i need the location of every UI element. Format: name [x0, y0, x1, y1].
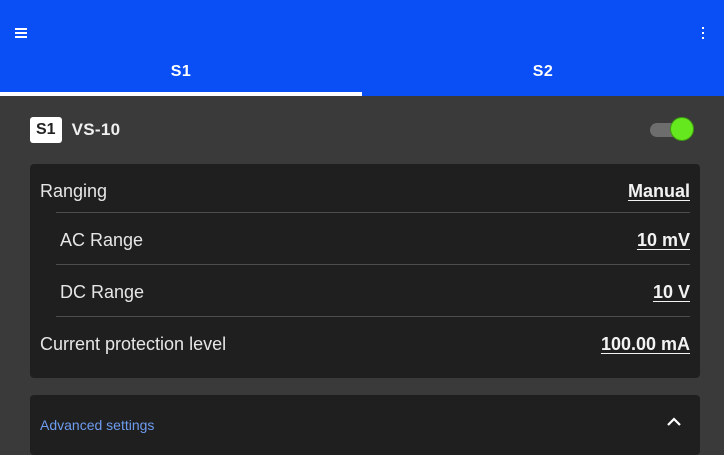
- tab-s2[interactable]: S2: [362, 54, 724, 96]
- dc-range-row: DC Range 10 V: [60, 267, 690, 317]
- enable-toggle[interactable]: [650, 117, 694, 143]
- more-vert-icon: [702, 27, 704, 39]
- divider: [56, 264, 690, 265]
- app-bar: S1 S2: [0, 0, 724, 96]
- tab-s1[interactable]: S1: [0, 54, 362, 96]
- current-protection-label: Current protection level: [40, 333, 227, 354]
- ac-range-row: AC Range 10 mV: [60, 215, 690, 265]
- chevron-up-icon[interactable]: [666, 417, 682, 427]
- settings-card: Ranging Manual AC Range 10 mV DC Range 1…: [30, 164, 700, 378]
- divider: [56, 212, 690, 213]
- advanced-settings-header[interactable]: Advanced settings: [30, 395, 700, 455]
- current-protection-value[interactable]: 100.00 mA: [601, 334, 690, 355]
- ac-range-label: AC Range: [60, 229, 144, 250]
- hamburger-menu-icon: [15, 28, 27, 38]
- dc-range-label: DC Range: [60, 281, 145, 302]
- more-options-button[interactable]: [690, 20, 716, 46]
- ranging-value[interactable]: Manual: [628, 181, 690, 202]
- tab-bar: S1 S2: [0, 54, 724, 96]
- ranging-label: Ranging: [40, 180, 108, 201]
- ranging-row: Ranging Manual: [40, 166, 690, 216]
- menu-button[interactable]: [8, 20, 34, 46]
- ac-range-value[interactable]: 10 mV: [637, 230, 690, 251]
- dc-range-value[interactable]: 10 V: [653, 282, 690, 303]
- current-protection-row: Current protection level 100.00 mA: [40, 319, 690, 369]
- toggle-thumb: [670, 117, 694, 141]
- device-name: VS-10: [71, 120, 121, 139]
- source-badge: S1: [30, 117, 62, 143]
- divider: [56, 316, 690, 317]
- device-header: S1 VS-10: [0, 96, 724, 164]
